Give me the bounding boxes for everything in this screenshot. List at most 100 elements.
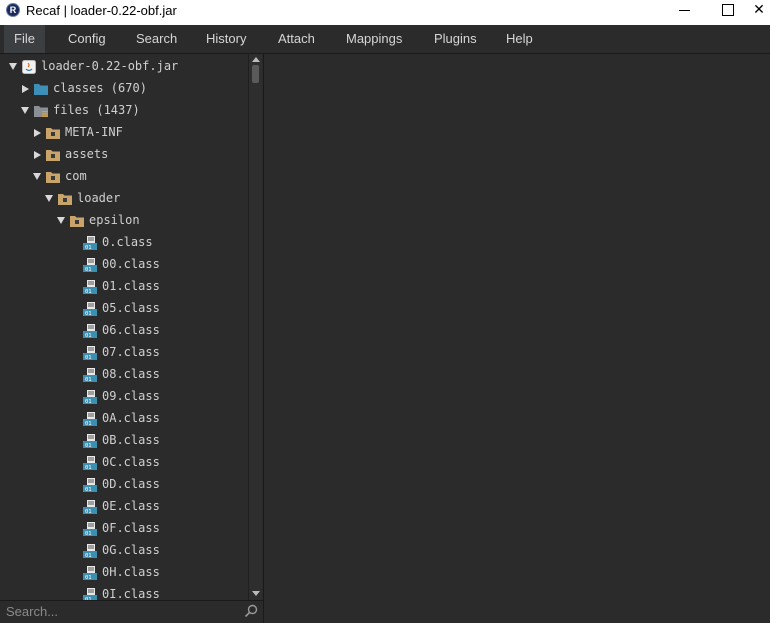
tree-item-class[interactable]: 01 0A.class <box>0 408 248 430</box>
expand-arrow-down-icon[interactable] <box>45 195 53 202</box>
package-folder-icon <box>46 148 60 162</box>
window-title: Recaf | loader-0.22-obf.jar <box>26 3 177 18</box>
expand-arrow-right-icon[interactable] <box>22 85 29 93</box>
tree-item-class[interactable]: 01 0C.class <box>0 452 248 474</box>
tree-item-folder[interactable]: epsilon <box>0 210 248 232</box>
menu-help[interactable]: Help <box>496 25 543 53</box>
class-file-icon: 01 <box>83 412 97 427</box>
tree-item-class[interactable]: 01 0B.class <box>0 430 248 452</box>
tree-item-label: 0H.class <box>102 565 160 579</box>
svg-text:01: 01 <box>85 553 92 558</box>
svg-text:01: 01 <box>85 531 92 536</box>
tree-item-label: 08.class <box>102 367 160 381</box>
tree-item-label: 0B.class <box>102 433 160 447</box>
package-folder-icon <box>58 192 72 206</box>
tree-item-class[interactable]: 01 08.class <box>0 364 248 386</box>
scroll-thumb[interactable] <box>252 65 259 83</box>
close-button[interactable]: ✕ <box>748 0 770 22</box>
folder-blue-icon <box>34 82 48 96</box>
tree-item-label: 0.class <box>102 235 153 249</box>
svg-text:01: 01 <box>85 355 92 360</box>
class-file-icon: 01 <box>83 522 97 537</box>
svg-text:01: 01 <box>85 399 92 404</box>
close-icon: ✕ <box>753 2 765 18</box>
expand-arrow-down-icon[interactable] <box>21 107 29 114</box>
menu-config[interactable]: Config <box>58 25 116 53</box>
tree-item-folder[interactable]: loader <box>0 188 248 210</box>
class-file-icon: 01 <box>83 280 97 295</box>
maximize-button[interactable] <box>706 0 750 22</box>
scroll-down-arrow-icon[interactable] <box>252 591 260 596</box>
tree-item-label: 0C.class <box>102 455 160 469</box>
menu-search[interactable]: Search <box>126 25 187 53</box>
search-input[interactable] <box>0 601 240 622</box>
expand-arrow-down-icon[interactable] <box>57 217 65 224</box>
tree-scrollbar[interactable] <box>248 54 262 600</box>
class-file-icon: 01 <box>83 566 97 581</box>
tree-item-class[interactable]: 01 0I.class <box>0 584 248 600</box>
menu-history[interactable]: History <box>196 25 256 53</box>
tree-item-label: files (1437) <box>53 103 140 117</box>
svg-text:01: 01 <box>85 289 92 294</box>
scroll-up-arrow-icon[interactable] <box>252 57 260 62</box>
recaf-app-icon: R <box>6 3 20 17</box>
tree-item-label: 0E.class <box>102 499 160 513</box>
class-file-icon: 01 <box>83 390 97 405</box>
menu-mappings[interactable]: Mappings <box>336 25 412 53</box>
menu-plugins[interactable]: Plugins <box>424 25 487 53</box>
tree-item-label: 05.class <box>102 301 160 315</box>
svg-text:01: 01 <box>85 487 92 492</box>
menu-bar: File Config Search History Attach Mappings Plu… <box>0 25 770 54</box>
title-bar: R Recaf | loader-0.22-obf.jar ✕ <box>0 0 770 25</box>
class-file-icon: 01 <box>83 434 97 449</box>
menu-attach[interactable]: Attach <box>268 25 325 53</box>
tree-item-class[interactable]: 01 09.class <box>0 386 248 408</box>
minimize-button[interactable] <box>662 0 706 22</box>
tree-item-label: loader <box>77 191 121 205</box>
editor-area <box>264 54 770 623</box>
tree-item-folder[interactable]: files (1437) <box>0 100 248 122</box>
tree-item-label: com <box>65 169 87 183</box>
search-bar <box>0 600 263 623</box>
tree-item-class[interactable]: 01 01.class <box>0 276 248 298</box>
tree-item-label: loader-0.22-obf.jar <box>41 59 179 73</box>
class-file-icon: 01 <box>83 368 97 383</box>
tree-item-class[interactable]: 01 0.class <box>0 232 248 254</box>
tree-item-class[interactable]: 01 0F.class <box>0 518 248 540</box>
tree-item-label: assets <box>65 147 109 161</box>
svg-text:01: 01 <box>85 509 92 514</box>
svg-text:01: 01 <box>85 267 92 272</box>
tree-item-folder[interactable]: META-INF <box>0 122 248 144</box>
class-file-icon: 01 <box>83 324 97 339</box>
search-icon[interactable] <box>244 604 258 618</box>
tree-item-class[interactable]: 01 0H.class <box>0 562 248 584</box>
tree-item-class[interactable]: 01 0D.class <box>0 474 248 496</box>
tree-item-label: 0I.class <box>102 587 160 600</box>
tree-item-label: 01.class <box>102 279 160 293</box>
expand-arrow-down-icon[interactable] <box>9 63 17 70</box>
workspace-panel: loader-0.22-obf.jar classes (670) files (1… <box>0 54 263 623</box>
tree-item-class[interactable]: 01 0G.class <box>0 540 248 562</box>
class-file-icon: 01 <box>83 346 97 361</box>
tree-item-class[interactable]: 01 07.class <box>0 342 248 364</box>
class-file-icon: 01 <box>83 302 97 317</box>
menu-file[interactable]: File <box>4 25 45 53</box>
file-tree[interactable]: loader-0.22-obf.jar classes (670) files (1… <box>0 54 248 600</box>
tree-item-class[interactable]: 01 05.class <box>0 298 248 320</box>
tree-item-class[interactable]: 01 06.class <box>0 320 248 342</box>
tree-item-folder[interactable]: com <box>0 166 248 188</box>
class-file-icon: 01 <box>83 258 97 273</box>
expand-arrow-down-icon[interactable] <box>33 173 41 180</box>
tree-item-label: META-INF <box>65 125 123 139</box>
tree-item-folder[interactable]: classes (670) <box>0 78 248 100</box>
minimize-icon <box>678 10 690 11</box>
tree-item-class[interactable]: 01 00.class <box>0 254 248 276</box>
svg-text:01: 01 <box>85 465 92 470</box>
tree-item-folder[interactable]: assets <box>0 144 248 166</box>
svg-text:01: 01 <box>85 575 92 580</box>
svg-text:01: 01 <box>85 245 92 250</box>
tree-item-class[interactable]: 01 0E.class <box>0 496 248 518</box>
expand-arrow-right-icon[interactable] <box>34 129 41 137</box>
tree-item-folder[interactable]: loader-0.22-obf.jar <box>0 56 248 78</box>
expand-arrow-right-icon[interactable] <box>34 151 41 159</box>
